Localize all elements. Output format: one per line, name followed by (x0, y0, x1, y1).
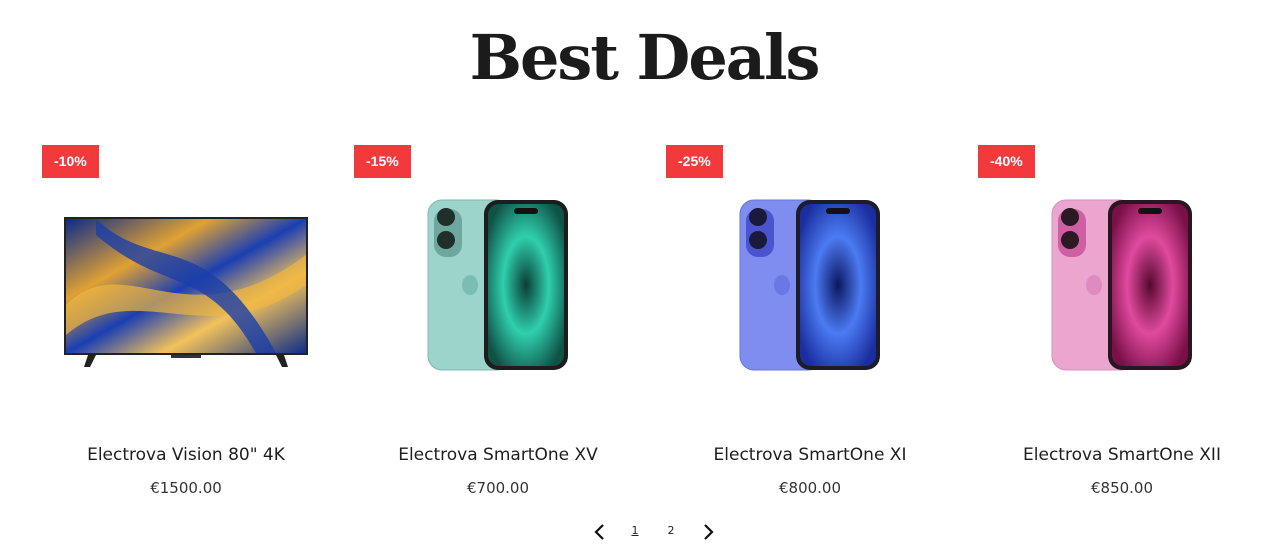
product-card[interactable]: -10% Electrova Vision 80" 4K €1500.00 (30, 145, 342, 505)
product-price: €1500.00 (150, 479, 222, 497)
phone-teal-image[interactable] (342, 185, 654, 445)
product-name[interactable]: Electrova SmartOne XV (342, 445, 654, 465)
product-name[interactable]: Electrova Vision 80" 4K (30, 445, 342, 465)
discount-badge: -15% (354, 145, 411, 178)
discount-badge: -40% (978, 145, 1035, 178)
phone-pink-image[interactable] (966, 185, 1278, 445)
product-card[interactable]: -25% Electrova SmartOne XI €800.00 (654, 145, 966, 505)
phone-blue-image[interactable] (654, 185, 966, 445)
product-card[interactable]: -15% Electrova SmartOne XV €700.00 (342, 145, 654, 505)
product-card[interactable]: -40% Electrova SmartOne XII €850.00 (966, 145, 1278, 505)
product-price: €800.00 (778, 479, 842, 497)
tv-image[interactable] (30, 185, 342, 445)
discount-badge: -25% (666, 145, 723, 178)
product-price: €700.00 (466, 479, 530, 497)
product-name[interactable]: Electrova SmartOne XI (654, 445, 966, 465)
page-link-1[interactable]: 1 (627, 524, 643, 537)
chevron-left-icon[interactable] (590, 522, 610, 542)
page-link-2[interactable]: 2 (663, 524, 679, 537)
discount-badge: -10% (42, 145, 99, 178)
pagination: 1 2 (590, 518, 720, 546)
chevron-right-icon[interactable] (698, 522, 718, 542)
product-grid: -10% Electrova Vision 80" 4K €1500.00 -1… (0, 0, 1288, 553)
product-name[interactable]: Electrova SmartOne XII (966, 445, 1278, 465)
product-price: €850.00 (1090, 479, 1154, 497)
